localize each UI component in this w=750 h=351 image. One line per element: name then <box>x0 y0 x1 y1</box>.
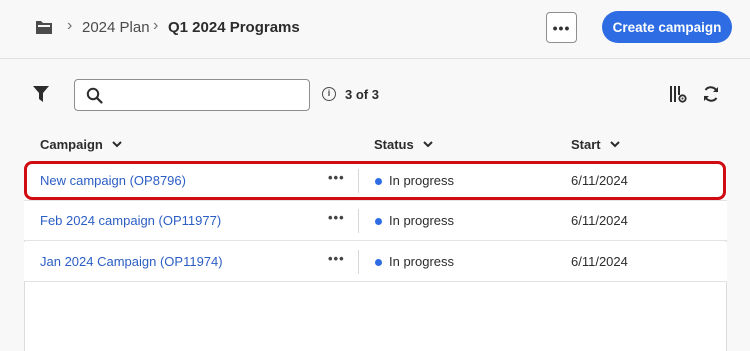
campaign-link[interactable]: Feb 2024 campaign (OP11977) <box>40 213 221 228</box>
search-input[interactable] <box>74 79 310 111</box>
status-dot-icon <box>375 218 382 225</box>
filter-icon[interactable] <box>33 86 49 102</box>
start-date: 6/11/2024 <box>571 254 628 269</box>
more-actions-button[interactable]: ••• <box>546 12 577 43</box>
column-divider <box>358 250 359 274</box>
chevron-down-icon <box>423 141 433 148</box>
refresh-icon[interactable] <box>702 85 720 103</box>
column-header-label: Start <box>571 137 601 152</box>
chevron-down-icon <box>112 141 122 148</box>
row-more-button[interactable]: ••• <box>328 251 345 266</box>
folder-icon[interactable] <box>35 19 53 35</box>
column-header-start[interactable]: Start <box>571 137 620 152</box>
table-row[interactable]: Feb 2024 campaign (OP11977) ••• In progr… <box>24 201 727 241</box>
search-icon <box>86 87 103 104</box>
highlight-outline <box>24 161 726 200</box>
breadcrumb-item-plan[interactable]: 2024 Plan <box>82 19 150 36</box>
create-campaign-button[interactable]: Create campaign <box>602 11 732 43</box>
breadcrumb-separator: › <box>153 17 159 34</box>
status-text: In progress <box>389 213 455 228</box>
column-header-label: Status <box>374 137 414 152</box>
column-header-campaign[interactable]: Campaign <box>40 137 122 152</box>
campaign-link[interactable]: Jan 2024 Campaign (OP11974) <box>40 254 223 269</box>
top-bar: › 2024 Plan › Q1 2024 Programs ••• Creat… <box>0 0 750 59</box>
status-dot-icon <box>375 259 382 266</box>
table-row[interactable]: Jan 2024 Campaign (OP11974) ••• In progr… <box>24 242 727 282</box>
column-divider <box>358 209 359 233</box>
result-count: 3 of 3 <box>345 87 379 102</box>
start-date: 6/11/2024 <box>571 213 628 228</box>
info-icon[interactable]: i <box>322 87 336 101</box>
page-title: Q1 2024 Programs <box>168 19 300 36</box>
column-header-status[interactable]: Status <box>374 137 433 152</box>
row-more-button[interactable]: ••• <box>328 210 345 225</box>
status-text: In progress <box>389 254 455 269</box>
breadcrumb-separator: › <box>67 17 73 34</box>
column-header-label: Campaign <box>40 137 103 152</box>
chevron-down-icon <box>609 141 620 148</box>
column-settings-icon[interactable] <box>669 85 687 103</box>
